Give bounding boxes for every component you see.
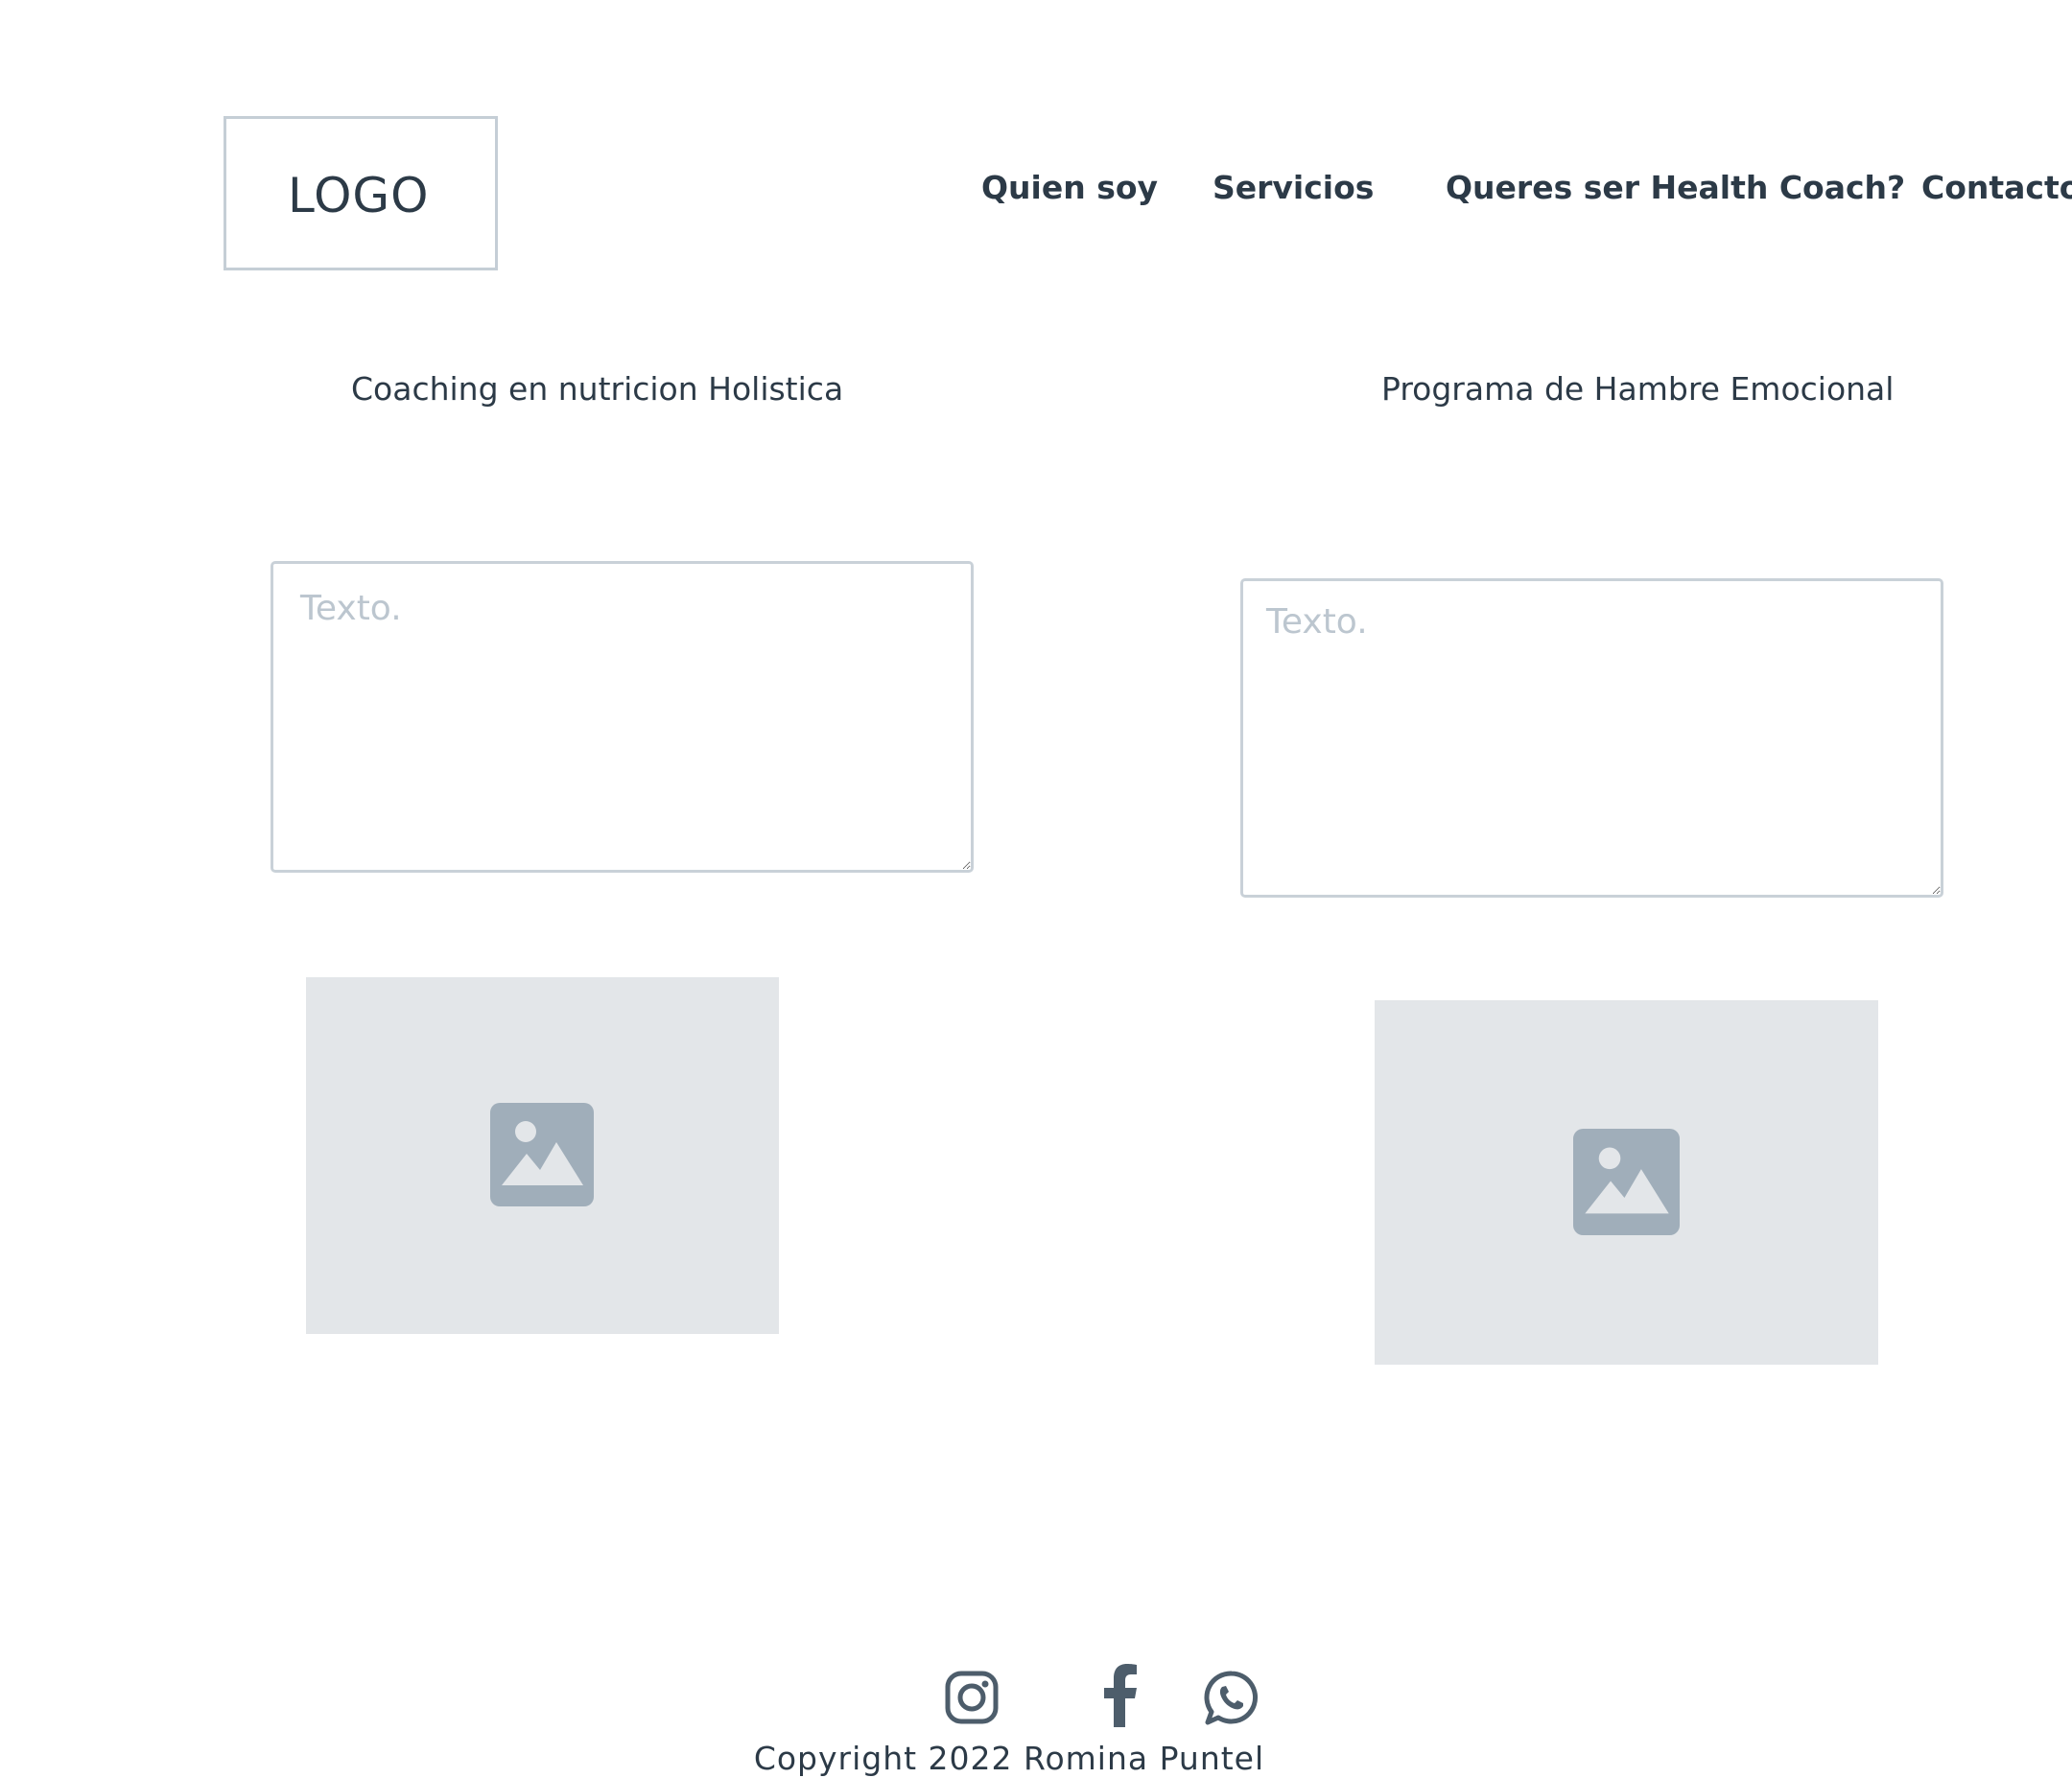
image-placeholder — [306, 977, 779, 1334]
nav-item-contacto[interactable]: Contacto — [1921, 169, 2072, 207]
image-placeholder — [1375, 1000, 1878, 1365]
service-text-input[interactable] — [271, 561, 974, 873]
nav-item-quien-soy[interactable]: Quien soy — [981, 169, 1158, 207]
service-title: Coaching en nutricion Holistica — [351, 370, 844, 408]
nav-item-health-coach[interactable]: Queres ser Health Coach? — [1446, 169, 1905, 207]
image-icon — [490, 1103, 594, 1206]
copyright-text: Copyright 2022 Romina Puntel — [753, 1740, 1265, 1777]
nav-item-servicios[interactable]: Servicios — [1213, 169, 1374, 207]
instagram-icon[interactable] — [944, 1670, 1000, 1725]
logo[interactable]: LOGO — [224, 116, 498, 270]
service-title: Programa de Hambre Emocional — [1381, 370, 1895, 408]
facebook-icon[interactable] — [1100, 1664, 1139, 1727]
image-icon — [1573, 1129, 1680, 1235]
whatsapp-icon[interactable] — [1203, 1670, 1260, 1727]
service-text-input[interactable] — [1240, 578, 1943, 898]
logo-text: LOGO — [288, 168, 430, 223]
